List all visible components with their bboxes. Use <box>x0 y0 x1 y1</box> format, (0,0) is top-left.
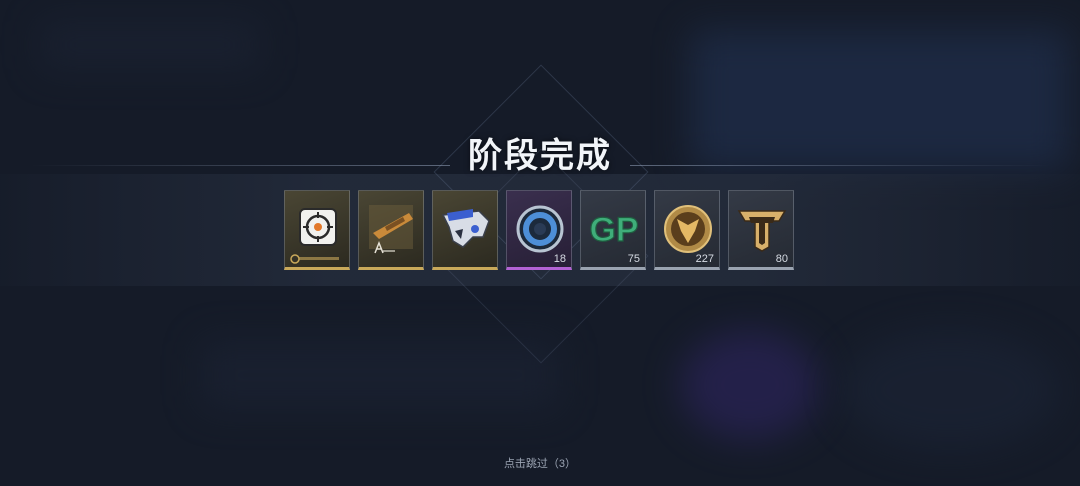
reward-card[interactable] <box>432 190 498 270</box>
reward-quantity: 75 <box>627 253 640 265</box>
weapon-skin-icon <box>441 209 490 248</box>
reward-card[interactable] <box>284 190 350 270</box>
reward-card[interactable] <box>358 190 424 270</box>
tap-to-skip-hint[interactable]: 点击跳过（3） <box>0 455 1080 471</box>
background-blur <box>40 20 260 70</box>
reward-card[interactable]: 227 <box>654 190 720 270</box>
reward-card[interactable]: GP 75 <box>580 190 646 270</box>
background-blur <box>680 330 820 440</box>
target-upgrade-icon <box>290 208 339 264</box>
svg-text:GP: GP <box>589 211 638 249</box>
weapon-blueprint-icon <box>369 205 413 254</box>
background-blur <box>840 330 1060 450</box>
reward-card[interactable]: 80 <box>728 190 794 270</box>
reward-quantity: 80 <box>775 253 788 265</box>
reward-card[interactable]: 18 <box>506 190 572 270</box>
reward-quantity: 18 <box>553 253 566 265</box>
reward-quantity: 227 <box>695 253 714 265</box>
stage-complete-title: 阶段完成 <box>468 137 612 175</box>
background-blur <box>200 340 560 410</box>
